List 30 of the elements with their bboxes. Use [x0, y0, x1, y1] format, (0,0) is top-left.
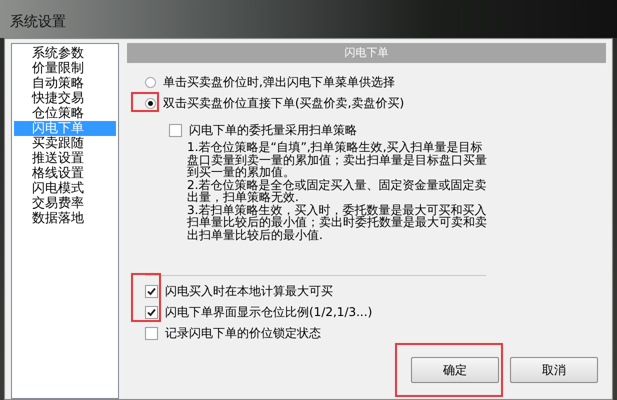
radio-button[interactable]	[145, 77, 156, 88]
checkbox-label[interactable]: 记录闪电下单的价位锁定状态	[165, 326, 321, 341]
settings-list-item[interactable]: 格线设置	[14, 166, 116, 181]
ok-button[interactable]: 确定	[411, 357, 499, 383]
checkbox-label[interactable]: 闪电买入时在本地计算最大可买	[165, 284, 333, 299]
window-title: 系统设置	[9, 13, 67, 32]
note-text: 3.若扫单策略生效，买入时，委托数量是最大可买和买入扫单量比较后的最小值；卖出时委托数量是最大可卖和卖出扫单量比较后的最小值.	[187, 204, 487, 241]
settings-list-item[interactable]: 交易费率	[14, 196, 116, 211]
settings-list-item[interactable]: 闪电模式	[14, 181, 116, 196]
note-text: 2.若仓位策略是全仓或固定买入量、固定资金量或固定卖出量，扫单策略无效.	[187, 178, 487, 204]
settings-list-item[interactable]: 买卖跟随	[14, 136, 116, 151]
checkbox[interactable]	[169, 124, 182, 137]
note-text: 1.若仓位策略是“自填”,扫单策略生效,买入扫单量是目标盘口卖量到卖一量的累加值；卖出扫单量是目标盘口买量到买一量的累加值。	[187, 141, 487, 178]
settings-list-item[interactable]: 自动策略	[14, 76, 116, 91]
settings-list-item[interactable]: 数据落地	[14, 211, 116, 226]
radio-button[interactable]	[145, 98, 156, 109]
checkbox[interactable]	[145, 285, 158, 298]
settings-list-item[interactable]: 推送设置	[14, 151, 116, 166]
checkbox-label[interactable]: 闪电下单界面显示仓位比例(1/2,1/3...)	[165, 305, 372, 320]
settings-list-item[interactable]: 系统参数	[14, 46, 116, 61]
radio-label[interactable]: 双击买卖盘价位直接下单(买盘价卖,卖盘价买)	[163, 96, 404, 111]
settings-list-item[interactable]: 价量限制	[14, 61, 116, 76]
checkbox[interactable]	[145, 327, 158, 340]
panel-title: 闪电下单	[127, 43, 606, 63]
settings-list-item[interactable]: 仓位策略	[14, 106, 116, 121]
checkbox[interactable]	[145, 306, 158, 319]
radio-label[interactable]: 单击买卖盘价位时,弹出闪电下单菜单供选择	[163, 75, 395, 90]
settings-list-item[interactable]: 快捷交易	[14, 91, 116, 106]
cancel-button[interactable]: 取消	[510, 357, 598, 383]
checkbox-label[interactable]: 闪电下单的委托量采用扫单策略	[189, 123, 357, 138]
